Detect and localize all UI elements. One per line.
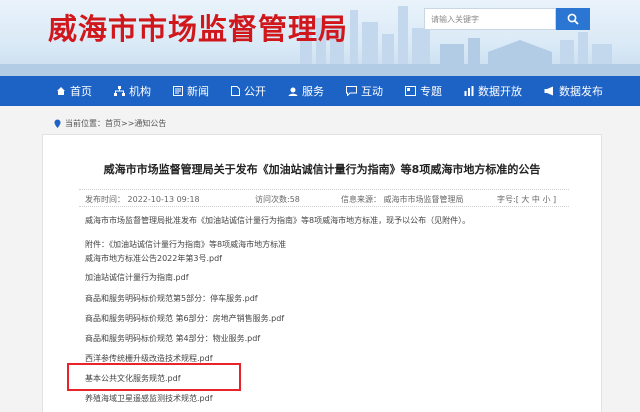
main-nav: 首页 机构 新闻 公开 服务 互动 专题 数据开放 数据发布 xyxy=(0,76,640,106)
nav-item-home[interactable]: 首页 xyxy=(56,76,92,106)
chat-icon xyxy=(346,86,357,96)
attachment-link[interactable]: 养殖海域卫星遥感监测技术规范.pdf xyxy=(85,393,213,404)
nav-label: 专题 xyxy=(420,85,442,98)
highlight-box xyxy=(67,363,241,391)
info-source: 信息来源： 威海市市场监督管理局 xyxy=(341,195,464,204)
breadcrumb-path[interactable]: 首页>>通知公告 xyxy=(105,118,166,129)
chart-icon xyxy=(464,86,474,96)
publish-time: 发布时间： 2022-10-13 09:18 xyxy=(85,195,200,204)
site-header: 威海市市场监督管理局 请输入关键字 xyxy=(0,0,640,76)
nav-label: 互动 xyxy=(361,85,383,98)
topic-icon xyxy=(405,86,416,96)
site-title: 威海市市场监督管理局 xyxy=(48,12,349,46)
doc-icon xyxy=(231,86,240,96)
nav-label: 首页 xyxy=(70,85,92,98)
article-meta: 发布时间： 2022-10-13 09:18 访问次数:58 信息来源： 威海市… xyxy=(79,189,569,207)
attachment-link[interactable]: 商品和服务明码标价规范 第4部分：物业服务.pdf xyxy=(85,333,260,344)
nav-item-data-publish[interactable]: 数据发布 xyxy=(544,76,603,106)
article-paragraph: 威海市市场监督管理局批准发布《加油站诚信计量行为指南》等8项威海市地方标准，现予… xyxy=(85,216,471,225)
nav-label: 数据发布 xyxy=(559,85,603,98)
search-button[interactable] xyxy=(556,8,590,30)
nav-label: 公开 xyxy=(244,85,266,98)
breadcrumb: 当前位置： 首页>>通知公告 xyxy=(54,118,166,129)
breadcrumb-prefix: 当前位置： xyxy=(65,119,105,128)
attachment-link[interactable]: 加油站诚信计量行为指南.pdf xyxy=(85,272,189,283)
nav-item-org[interactable]: 机构 xyxy=(114,76,151,106)
nav-label: 数据开放 xyxy=(478,85,522,98)
article-title: 威海市市场监督管理局关于发布《加油站诚信计量行为指南》等8项威海市地方标准的公告 xyxy=(103,163,541,176)
attachment-link[interactable]: 商品和服务明码标价规范 第6部分：房地产销售服务.pdf xyxy=(85,313,284,324)
search-icon xyxy=(567,13,579,25)
nav-label: 新闻 xyxy=(187,85,209,98)
attachment-link[interactable]: 商品和服务明码标价规范第5部分：停车服务.pdf xyxy=(85,293,258,304)
nav-item-service[interactable]: 服务 xyxy=(288,76,324,106)
nav-label: 服务 xyxy=(302,85,324,98)
attachment-heading: 附件：《加油站诚信计量行为指南》等8项威海市地方标准 xyxy=(85,240,287,249)
nav-item-news[interactable]: 新闻 xyxy=(173,76,209,106)
nav-item-topic[interactable]: 专题 xyxy=(405,76,442,106)
attachment-link[interactable]: 威海市地方标准公告2022年第3号.pdf xyxy=(85,253,222,264)
megaphone-icon xyxy=(544,86,553,96)
service-icon xyxy=(288,87,298,96)
nav-item-data-open[interactable]: 数据开放 xyxy=(464,76,522,106)
org-icon xyxy=(114,86,125,96)
article-panel: 威海市市场监督管理局关于发布《加油站诚信计量行为指南》等8项威海市地方标准的公告… xyxy=(42,134,602,412)
search-input[interactable]: 请输入关键字 xyxy=(424,8,556,30)
news-icon xyxy=(173,86,183,96)
location-icon xyxy=(54,119,61,128)
nav-item-interact[interactable]: 互动 xyxy=(346,76,383,106)
home-icon xyxy=(57,87,65,95)
font-size-switcher[interactable]: 字号:[ 大 中 小 ] xyxy=(497,194,556,205)
nav-label: 机构 xyxy=(129,85,151,98)
view-count: 访问次数:58 xyxy=(255,195,300,204)
nav-item-public[interactable]: 公开 xyxy=(231,76,266,106)
